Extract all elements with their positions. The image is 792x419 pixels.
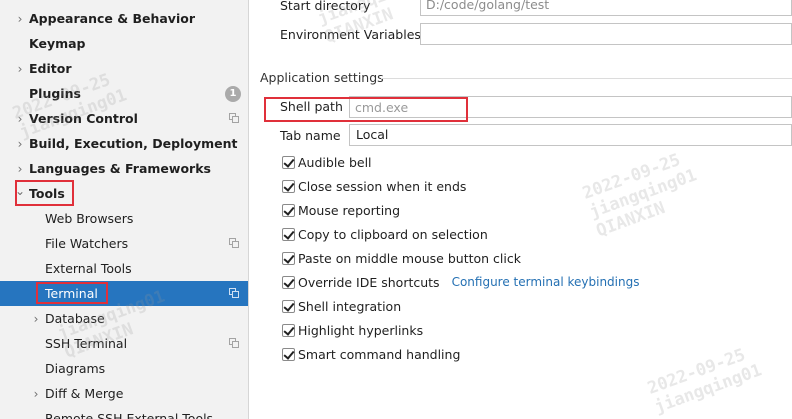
sidebar-item-plugins[interactable]: Plugins 1 [0, 81, 248, 106]
sidebar-item-keymap[interactable]: Keymap [0, 31, 248, 56]
env-vars-field[interactable] [420, 23, 792, 45]
override-ide-shortcuts-checkbox-row[interactable]: Override IDE shortcuts Configure termina… [282, 272, 639, 292]
sidebar-item-label: Keymap [29, 36, 86, 51]
checkbox-label: Audible bell [298, 154, 372, 170]
shell-integration-checkbox-row[interactable]: Shell integration [282, 296, 401, 316]
checkbox-label: Override IDE shortcuts [298, 274, 440, 290]
sidebar-item-web-browsers[interactable]: Web Browsers [0, 206, 248, 231]
chevron-right-icon: › [17, 111, 23, 126]
checkbox-label: Copy to clipboard on selection [298, 226, 488, 242]
tab-name-field[interactable]: Local [349, 124, 792, 146]
sidebar-item-label: Plugins [29, 86, 81, 101]
configure-keybindings-link[interactable]: Configure terminal keybindings [452, 275, 640, 289]
close-session-checkbox-row[interactable]: Close session when it ends [282, 176, 466, 196]
settings-sidebar: › Appearance & Behavior Keymap › Editor … [0, 0, 249, 419]
project-settings-icon [229, 288, 240, 299]
tab-name-label: Tab name [280, 128, 341, 143]
checkbox-checked-icon[interactable] [282, 155, 295, 169]
paste-middle-click-checkbox-row[interactable]: Paste on middle mouse button click [282, 248, 521, 268]
sidebar-item-label: File Watchers [45, 236, 129, 251]
checkbox-checked-icon[interactable] [282, 347, 295, 361]
copy-to-clipboard-checkbox-row[interactable]: Copy to clipboard on selection [282, 224, 488, 244]
start-directory-field[interactable]: D:/code/golang/test [420, 0, 792, 16]
sidebar-item-label: Editor [29, 61, 72, 76]
smart-command-handling-checkbox-row[interactable]: Smart command handling [282, 344, 460, 364]
checkbox-checked-icon[interactable] [282, 179, 295, 193]
mouse-reporting-checkbox-row[interactable]: Mouse reporting [282, 200, 400, 220]
checkbox-label: Highlight hyperlinks [298, 322, 424, 338]
shell-path-label: Shell path [280, 99, 343, 114]
sidebar-item-tools[interactable]: ⌄ Tools [0, 181, 248, 206]
sidebar-item-label: Appearance & Behavior [29, 11, 195, 26]
highlight-hyperlinks-checkbox-row[interactable]: Highlight hyperlinks [282, 320, 423, 340]
project-settings-icon [229, 113, 240, 124]
checkbox-checked-icon[interactable] [282, 251, 295, 265]
sidebar-item-label: Diff & Merge [45, 386, 124, 401]
chevron-right-icon: › [17, 161, 23, 176]
start-directory-label: Start directory [280, 0, 371, 13]
application-settings-title: Application settings [260, 70, 384, 85]
sidebar-item-label: Remote SSH External Tools [45, 411, 214, 419]
sidebar-item-label: Tools [29, 186, 65, 201]
sidebar-item-label: Terminal [45, 286, 98, 301]
chevron-right-icon: › [17, 136, 23, 151]
audible-bell-checkbox-row[interactable]: Audible bell [282, 152, 372, 172]
sidebar-item-label: Diagrams [45, 361, 106, 376]
sidebar-item-label: Languages & Frameworks [29, 161, 211, 176]
chevron-right-icon: › [33, 311, 39, 326]
sidebar-item-languages-frameworks[interactable]: › Languages & Frameworks [0, 156, 248, 181]
sidebar-item-label: SSH Terminal [45, 336, 128, 351]
checkbox-checked-icon[interactable] [282, 227, 295, 241]
sidebar-item-label: Build, Execution, Deployment [29, 136, 238, 151]
sidebar-item-terminal[interactable]: Terminal [0, 281, 248, 306]
sidebar-item-ssh-terminal[interactable]: SSH Terminal [0, 331, 248, 356]
shell-path-input[interactable] [355, 99, 786, 115]
section-divider [381, 78, 792, 79]
sidebar-item-file-watchers[interactable]: File Watchers [0, 231, 248, 256]
sidebar-item-label: Version Control [29, 111, 138, 126]
chevron-right-icon: › [33, 386, 39, 401]
env-vars-label: Environment Variables [280, 27, 421, 42]
project-settings-icon [229, 338, 240, 349]
shell-path-field[interactable] [349, 96, 792, 118]
sidebar-item-appearance-behavior[interactable]: › Appearance & Behavior [0, 6, 248, 31]
sidebar-item-label: External Tools [45, 261, 132, 276]
checkbox-label: Paste on middle mouse button click [298, 250, 521, 266]
sidebar-item-remote-ssh-external-tools[interactable]: Remote SSH External Tools [0, 406, 248, 419]
project-settings-icon [229, 238, 240, 249]
checkbox-checked-icon[interactable] [282, 203, 295, 217]
sidebar-item-version-control[interactable]: › Version Control [0, 106, 248, 131]
update-count-badge: 1 [225, 86, 241, 102]
chevron-right-icon: › [17, 61, 23, 76]
checkbox-label: Smart command handling [298, 346, 461, 362]
checkbox-checked-icon[interactable] [282, 323, 295, 337]
checkbox-checked-icon[interactable] [282, 299, 295, 313]
sidebar-item-label: Database [45, 311, 105, 326]
checkbox-label: Mouse reporting [298, 202, 401, 218]
terminal-settings-panel: Start directory D:/code/golang/test Envi… [250, 0, 792, 419]
chevron-right-icon: › [17, 11, 23, 26]
sidebar-item-editor[interactable]: › Editor [0, 56, 248, 81]
sidebar-item-diagrams[interactable]: Diagrams [0, 356, 248, 381]
chevron-down-icon: ⌄ [14, 184, 26, 198]
sidebar-item-build-execution-deployment[interactable]: › Build, Execution, Deployment [0, 131, 248, 156]
checkbox-checked-icon[interactable] [282, 275, 295, 289]
sidebar-item-label: Web Browsers [45, 211, 134, 226]
sidebar-item-database[interactable]: › Database [0, 306, 248, 331]
sidebar-item-external-tools[interactable]: External Tools [0, 256, 248, 281]
checkbox-label: Shell integration [298, 298, 402, 314]
sidebar-item-diff-merge[interactable]: › Diff & Merge [0, 381, 248, 406]
checkbox-label: Close session when it ends [298, 178, 467, 194]
